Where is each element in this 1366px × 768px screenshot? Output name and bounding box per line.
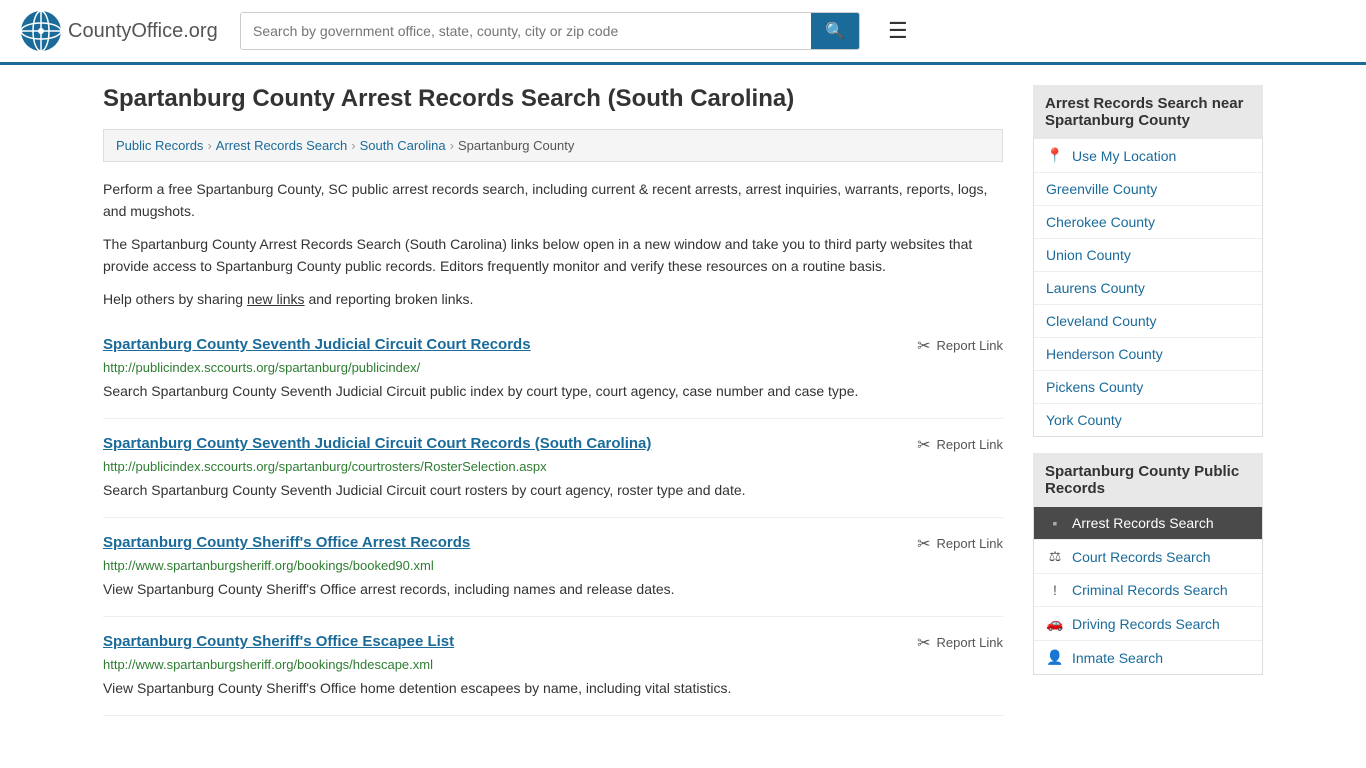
breadcrumb-south-carolina[interactable]: South Carolina [360, 138, 446, 153]
arrest-icon: ▪ [1046, 515, 1064, 531]
records-list: Spartanburg County Seventh Judicial Circ… [103, 320, 1003, 716]
search-button[interactable]: 🔍 [811, 13, 859, 49]
breadcrumb: Public Records › Arrest Records Search ›… [103, 129, 1003, 162]
record-url[interactable]: http://publicindex.sccourts.org/spartanb… [103, 459, 1003, 474]
car-icon: 🚗 [1046, 615, 1064, 632]
report-link-2[interactable]: ✂ Report Link [917, 534, 1003, 554]
logo-icon [20, 10, 62, 52]
scissors-icon: ✂ [917, 336, 930, 356]
sidebar-arrest-records[interactable]: ▪ Arrest Records Search [1034, 507, 1262, 540]
sidebar-item-laurens[interactable]: Laurens County [1034, 272, 1262, 305]
report-link-3[interactable]: ✂ Report Link [917, 633, 1003, 653]
record-desc: Search Spartanburg County Seventh Judici… [103, 381, 1003, 402]
report-link-1[interactable]: ✂ Report Link [917, 435, 1003, 455]
sidebar-item-pickens[interactable]: Pickens County [1034, 371, 1262, 404]
person-icon: 👤 [1046, 649, 1064, 666]
record-url[interactable]: http://www.spartanburgsheriff.org/bookin… [103, 558, 1003, 573]
sidebar-criminal-records[interactable]: ! Criminal Records Search [1034, 574, 1262, 607]
criminal-icon: ! [1046, 582, 1064, 598]
new-links-link[interactable]: new links [247, 291, 305, 307]
record-item: Spartanburg County Sheriff's Office Arre… [103, 518, 1003, 617]
record-item: Spartanburg County Seventh Judicial Circ… [103, 419, 1003, 518]
sidebar: Arrest Records Search near Spartanburg C… [1033, 85, 1263, 716]
report-link-0[interactable]: ✂ Report Link [917, 336, 1003, 356]
search-input[interactable] [241, 13, 811, 49]
record-url[interactable]: http://publicindex.sccourts.org/spartanb… [103, 360, 1003, 375]
scissors-icon: ✂ [917, 534, 930, 554]
sidebar-item-union[interactable]: Union County [1034, 239, 1262, 272]
record-title[interactable]: Spartanburg County Sheriff's Office Esca… [103, 633, 454, 650]
court-icon: ⚖ [1046, 548, 1064, 565]
page-title: Spartanburg County Arrest Records Search… [103, 85, 1003, 113]
record-title[interactable]: Spartanburg County Seventh Judicial Circ… [103, 336, 531, 353]
breadcrumb-current: Spartanburg County [458, 138, 574, 153]
sidebar-court-records[interactable]: ⚖ Court Records Search [1034, 540, 1262, 574]
description: Perform a free Spartanburg County, SC pu… [103, 178, 1003, 310]
logo-text: CountyOffice.org [68, 20, 218, 43]
breadcrumb-arrest-records[interactable]: Arrest Records Search [216, 138, 348, 153]
sidebar-public-records-title: Spartanburg County Public Records [1033, 453, 1263, 507]
record-title[interactable]: Spartanburg County Seventh Judicial Circ… [103, 435, 651, 452]
search-bar: 🔍 [240, 12, 860, 50]
sidebar-driving-records[interactable]: 🚗 Driving Records Search [1034, 607, 1262, 641]
sidebar-item-henderson[interactable]: Henderson County [1034, 338, 1262, 371]
sidebar-item-cherokee[interactable]: Cherokee County [1034, 206, 1262, 239]
record-item: Spartanburg County Seventh Judicial Circ… [103, 320, 1003, 419]
record-desc: View Spartanburg County Sheriff's Office… [103, 579, 1003, 600]
logo[interactable]: CountyOffice.org [20, 10, 220, 52]
sidebar-item-greenville[interactable]: Greenville County [1034, 173, 1262, 206]
menu-button[interactable]: ☰ [880, 14, 916, 48]
sidebar-item-cleveland[interactable]: Cleveland County [1034, 305, 1262, 338]
record-item: Spartanburg County Sheriff's Office Esca… [103, 617, 1003, 716]
record-desc: View Spartanburg County Sheriff's Office… [103, 678, 1003, 699]
main-wrapper: Spartanburg County Arrest Records Search… [83, 65, 1283, 736]
sidebar-nearby-title: Arrest Records Search near Spartanburg C… [1033, 85, 1263, 139]
scissors-icon: ✂ [917, 435, 930, 455]
location-icon: 📍 [1046, 147, 1064, 164]
record-desc: Search Spartanburg County Seventh Judici… [103, 480, 1003, 501]
sidebar-item-york[interactable]: York County [1034, 404, 1262, 436]
sidebar-public-records-list: ▪ Arrest Records Search ⚖ Court Records … [1033, 507, 1263, 675]
scissors-icon: ✂ [917, 633, 930, 653]
breadcrumb-public-records[interactable]: Public Records [116, 138, 203, 153]
description-1: Perform a free Spartanburg County, SC pu… [103, 178, 1003, 223]
sidebar-use-my-location[interactable]: 📍 Use My Location [1034, 139, 1262, 173]
sidebar-inmate-search[interactable]: 👤 Inmate Search [1034, 641, 1262, 674]
content-area: Spartanburg County Arrest Records Search… [103, 85, 1003, 716]
description-3: Help others by sharing new links and rep… [103, 288, 1003, 310]
record-title[interactable]: Spartanburg County Sheriff's Office Arre… [103, 534, 470, 551]
site-header: CountyOffice.org 🔍 ☰ [0, 0, 1366, 65]
description-2: The Spartanburg County Arrest Records Se… [103, 233, 1003, 278]
record-url[interactable]: http://www.spartanburgsheriff.org/bookin… [103, 657, 1003, 672]
sidebar-nearby-list: 📍 Use My Location Greenville County Cher… [1033, 139, 1263, 437]
